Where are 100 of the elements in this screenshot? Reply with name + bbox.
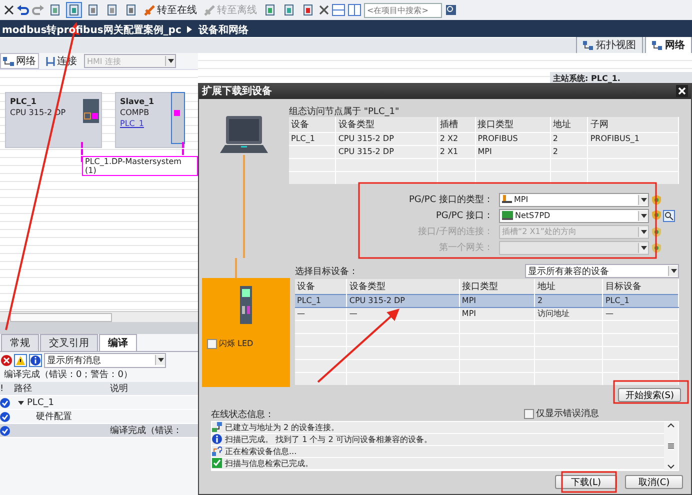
inspector-tab[interactable]: 常规 <box>1 334 39 351</box>
network-card-icon <box>502 211 513 220</box>
table-cell: — <box>605 309 614 318</box>
dropdown-arrow-icon[interactable] <box>640 214 646 218</box>
connect-icon <box>144 4 155 16</box>
download-button[interactable]: 下载(L) <box>555 475 617 490</box>
project-search-field[interactable]: <在项目中搜索> <box>364 2 442 18</box>
device-name: Slave_1 <box>120 97 154 106</box>
cancel-button[interactable]: 取消(C) <box>625 475 683 490</box>
status-message: 扫描与信息检索已完成。 <box>225 458 313 469</box>
info-filter-icon[interactable] <box>29 354 42 366</box>
network-view-button[interactable]: 网络 <box>0 53 39 69</box>
horizontal-scrollbar[interactable] <box>0 311 198 322</box>
table-cell: PROFIBUS <box>478 134 518 143</box>
network-label[interactable]: PLC_1.DP-Mastersystem (1) <box>82 156 198 176</box>
connection-icon <box>212 422 222 432</box>
table-cell: MPI <box>478 146 492 156</box>
device-card[interactable]: Slave_1 COMPB PLC_1 <box>115 92 185 148</box>
master-link[interactable]: PLC_1 <box>120 119 144 128</box>
network-icon <box>652 40 662 50</box>
column-header: 接口类型 <box>475 116 550 132</box>
breadcrumb-item[interactable]: 设备和网络 <box>198 22 248 36</box>
dropdown-arrow-icon[interactable] <box>158 358 164 362</box>
status-shield-icon <box>652 210 661 220</box>
vertical-scrollbar[interactable] <box>664 422 678 470</box>
column-header: 地址 <box>550 116 588 132</box>
tree-path-text[interactable]: PLC_1 <box>27 398 54 408</box>
dialog-title: 扩展下载到设备 <box>202 84 272 98</box>
table-cell: CPU 315-2 DP <box>338 134 394 143</box>
view-tab[interactable]: 网络 <box>645 36 692 53</box>
table-row[interactable]: — — MPI 访问地址 — <box>295 308 678 321</box>
checkbox[interactable] <box>524 408 534 419</box>
column-header: 接口类型 <box>459 279 535 295</box>
table-cell: 2 X1 <box>440 146 458 156</box>
warning-filter-icon[interactable] <box>14 354 27 366</box>
undo-icon[interactable] <box>17 5 29 15</box>
status-shield-icon <box>652 226 661 237</box>
target-filter-dropdown[interactable]: 显示所有兼容的设备 <box>525 264 679 278</box>
dropdown-arrow-icon[interactable] <box>640 198 646 202</box>
scroll-up-icon[interactable] <box>667 422 675 428</box>
target-device-label: 选择目标设备： <box>295 266 358 278</box>
close-button[interactable] <box>676 85 688 98</box>
scroll-down-icon[interactable] <box>667 464 675 470</box>
table-cell: 2 X2 <box>440 134 458 143</box>
table-cell: PROFIBUS_1 <box>590 134 640 143</box>
column-header: 地址 <box>534 279 603 295</box>
connection-icon <box>46 56 55 66</box>
error-filter-icon[interactable] <box>1 354 12 366</box>
status-message: 扫描已完成。 找到了 1 个与 2 可访问设备相兼容的设备。 <box>225 434 432 445</box>
message-filter-dropdown[interactable]: 显示所有消息 <box>44 352 166 368</box>
table-cell: MPI <box>462 296 476 306</box>
column-header[interactable]: ! <box>0 384 14 394</box>
setting-label: PG/PC 接口的类型： <box>408 194 494 206</box>
column-header: 目标设备 <box>602 279 678 295</box>
search-icon[interactable] <box>663 210 675 222</box>
table-cell: PLC_1 <box>605 296 630 306</box>
setting-label: 接口/子网的连接： <box>416 226 494 238</box>
breadcrumb-arrow-icon <box>187 26 192 33</box>
table-cell: 2 <box>537 296 543 306</box>
view-tab[interactable]: 拓扑视图 <box>576 36 643 53</box>
column-header: 设备类型 <box>336 116 438 132</box>
search-device-icon <box>212 446 222 456</box>
laptop-icon <box>220 114 268 155</box>
cross-tool-icon[interactable] <box>319 5 329 15</box>
column-header[interactable]: 说明 <box>110 382 198 395</box>
checkbox[interactable] <box>207 338 217 349</box>
download-to-device-icon[interactable] <box>66 2 82 18</box>
flash-led-label: 闪烁 LED <box>219 338 254 350</box>
tree-path-text[interactable]: 硬件配置 <box>36 410 72 423</box>
status-message: 正在检索设备信息... <box>225 446 297 457</box>
scroll-thumb-icon[interactable] <box>667 442 675 449</box>
start-search-button[interactable]: 开始搜索(S) <box>618 388 681 402</box>
connect-icon <box>204 4 215 16</box>
dropdown-arrow-icon[interactable] <box>670 269 676 274</box>
device-name: PLC_1 <box>10 97 36 106</box>
highlight-frame <box>561 471 617 493</box>
setting-dropdown[interactable]: NetS7PD <box>499 208 649 223</box>
errors-only-label: 仅显示错误消息 <box>536 408 599 420</box>
table-cell: PLC_1 <box>291 134 315 143</box>
table-cell: 2 <box>552 146 558 156</box>
dropdown-arrow-icon[interactable] <box>640 246 646 250</box>
expand-caret-icon[interactable] <box>18 400 24 406</box>
table-cell: CPU 315-2 DP <box>349 296 405 306</box>
column-header[interactable]: 路径 <box>14 382 110 395</box>
column-header: 设备类型 <box>346 279 460 295</box>
inspector-tab[interactable]: 编译 <box>99 334 137 351</box>
search-icon[interactable] <box>445 4 457 16</box>
table-row[interactable]: PLC_1 CPU 315-2 DP MPI 2 PLC_1 <box>295 294 678 308</box>
split-vertical-icon[interactable] <box>348 4 361 16</box>
close-icon[interactable] <box>4 5 14 15</box>
setting-dropdown[interactable]: MPI <box>499 192 649 207</box>
go-online-button[interactable]: 转至在线 <box>142 3 199 17</box>
online-status-label: 在线状态信息： <box>211 408 274 420</box>
status-message: 已建立与地址为 2 的设备连接。 <box>225 422 340 433</box>
network-icon <box>583 40 593 50</box>
inspector-tab[interactable]: 交叉引用 <box>40 334 98 351</box>
table-cell: — <box>349 309 358 318</box>
dropdown-arrow-icon[interactable] <box>640 230 646 234</box>
cpu-module-icon <box>83 99 99 123</box>
split-horizontal-icon[interactable] <box>332 4 345 16</box>
